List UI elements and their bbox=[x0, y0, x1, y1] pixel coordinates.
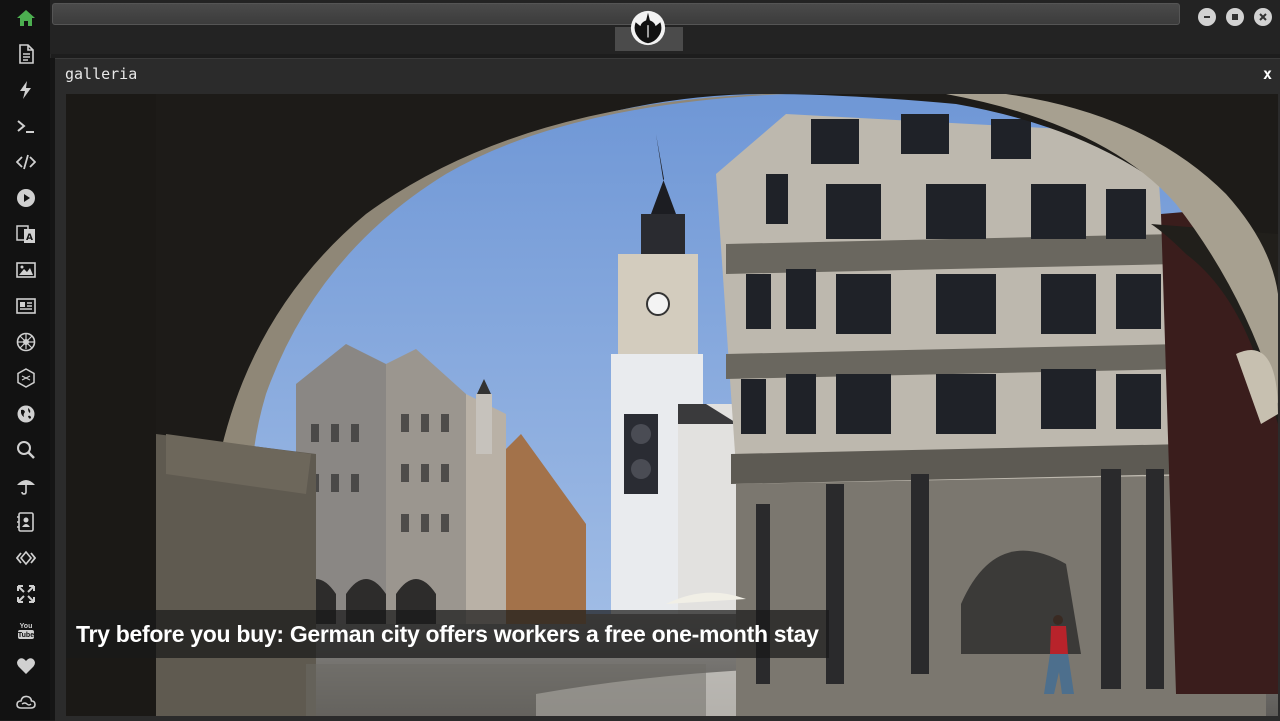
contacts-icon[interactable] bbox=[13, 509, 39, 535]
close-window-button[interactable] bbox=[1254, 8, 1272, 26]
hexagon-icon[interactable] bbox=[13, 365, 39, 391]
gallery-photo[interactable]: Try before you buy: German city offers w… bbox=[66, 94, 1278, 716]
image-icon[interactable] bbox=[13, 257, 39, 283]
dev-icon[interactable] bbox=[13, 545, 39, 571]
rebel-alliance-logo-icon bbox=[628, 8, 668, 48]
top-bar bbox=[50, 0, 1280, 54]
address-bar[interactable] bbox=[52, 3, 1180, 25]
globe-icon[interactable] bbox=[13, 401, 39, 427]
terminal-icon[interactable] bbox=[13, 113, 39, 139]
svg-text:You: You bbox=[20, 623, 33, 630]
expand-icon[interactable] bbox=[13, 581, 39, 607]
translate-icon[interactable]: A bbox=[13, 221, 39, 247]
lightning-icon[interactable] bbox=[13, 77, 39, 103]
galleria-panel: galleria x Try before you buy: German ci… bbox=[55, 58, 1280, 721]
heart-icon[interactable] bbox=[13, 653, 39, 679]
document-icon[interactable] bbox=[13, 41, 39, 67]
umbrella-icon[interactable] bbox=[13, 473, 39, 499]
newspaper-icon[interactable] bbox=[13, 293, 39, 319]
youtube-icon[interactable]: You Tube bbox=[13, 617, 39, 643]
minimize-button[interactable] bbox=[1198, 8, 1216, 26]
panel-close-button[interactable]: x bbox=[1263, 65, 1272, 83]
gallery-caption[interactable]: Try before you buy: German city offers w… bbox=[66, 610, 829, 658]
svg-text:A: A bbox=[26, 233, 33, 243]
cloud-icon[interactable] bbox=[13, 689, 39, 715]
home-icon[interactable] bbox=[13, 5, 39, 31]
sidebar: A You Tube bbox=[0, 0, 51, 720]
maximize-button[interactable] bbox=[1226, 8, 1244, 26]
svg-text:Tube: Tube bbox=[18, 632, 34, 639]
search-icon[interactable] bbox=[13, 437, 39, 463]
panel-title: galleria bbox=[65, 65, 138, 83]
code-icon[interactable] bbox=[13, 149, 39, 175]
empire-icon[interactable] bbox=[13, 329, 39, 355]
play-icon[interactable] bbox=[13, 185, 39, 211]
